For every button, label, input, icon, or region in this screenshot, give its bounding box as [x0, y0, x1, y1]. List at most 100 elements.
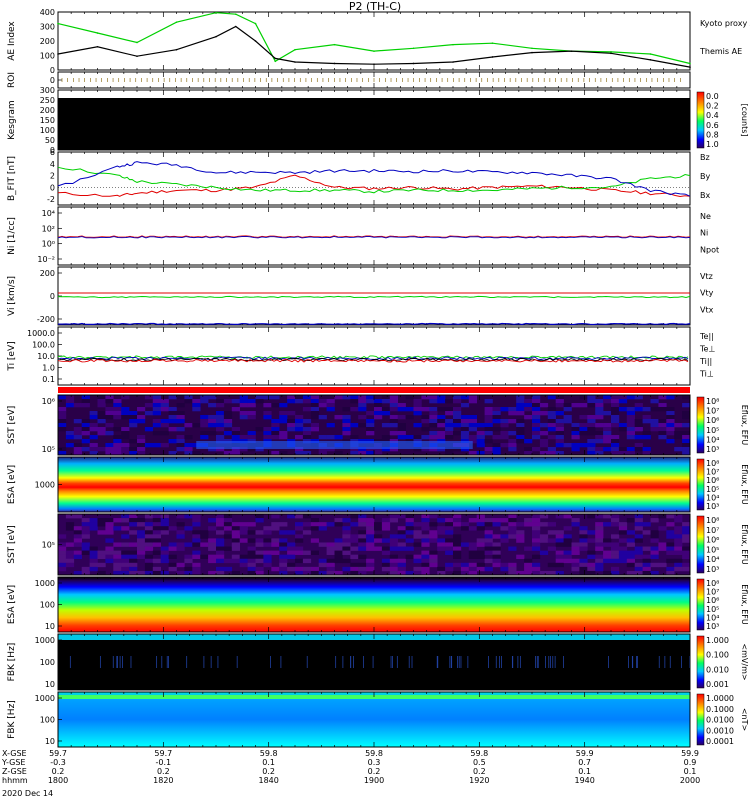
spectrogram-cell — [492, 562, 501, 568]
spectrogram-cell — [160, 403, 169, 408]
spectrogram-cell — [302, 395, 312, 400]
colorbar-tick-label: 0.0 — [706, 92, 719, 101]
spectrogram-cell — [445, 550, 454, 555]
spectrogram-cell — [437, 423, 446, 428]
spectrogram-cell — [437, 435, 446, 440]
spectrogram-cell — [144, 403, 154, 408]
spectrogram-cell — [437, 395, 446, 400]
spectrogram-cell — [121, 427, 130, 432]
spectrogram-cell — [555, 542, 564, 547]
axis-row-value: 0.2 — [473, 767, 486, 776]
axis-row-value: 59.7 — [49, 749, 67, 758]
data-point — [412, 62, 415, 65]
spectrogram-cell — [81, 439, 90, 444]
spectrogram-cell — [73, 514, 82, 519]
spectrogram-cell — [611, 415, 620, 420]
spectrogram-cell — [65, 431, 75, 436]
spectrogram-cell — [476, 439, 485, 444]
spectrogram-cell — [113, 411, 122, 416]
spectrogram-cell — [437, 415, 446, 420]
spectrogram-cell — [476, 518, 485, 523]
spectrogram-cell — [484, 518, 493, 523]
spectrogram-cell — [121, 435, 130, 440]
spectrogram-cell — [184, 395, 193, 400]
spectrogram-cell — [97, 427, 106, 432]
spectrogram-cell — [295, 566, 304, 572]
spectrogram-cell — [73, 447, 82, 452]
spectrogram-cell — [595, 566, 604, 572]
spectrogram-cell — [579, 395, 588, 400]
spectrogram-cell — [532, 526, 541, 531]
spectrogram-cell — [129, 447, 138, 452]
spectrogram-cell — [358, 395, 367, 400]
colorbar-tick-label: 0.8 — [706, 130, 719, 139]
themis-summary-plot: P2 (TH-C) AE Index0100200300400Kyoto pro… — [1, 0, 750, 798]
spectrogram-cell — [405, 554, 414, 560]
y-axis-label: Ni [1/cc] — [7, 217, 17, 255]
spectrogram-cell — [192, 542, 201, 547]
data-point — [254, 22, 257, 25]
spectrogram-cell — [271, 550, 280, 555]
spectrogram-cell — [302, 435, 312, 440]
spectrogram-cell — [595, 439, 604, 444]
spectrogram-cell — [413, 423, 422, 428]
spectrogram-cell — [508, 530, 517, 535]
spectrogram-cell — [342, 431, 351, 436]
spectrogram-cell — [73, 530, 82, 535]
spectrogram-cell — [105, 407, 114, 412]
spectrogram-cell — [192, 407, 201, 412]
spectrogram-cell — [350, 423, 359, 428]
spectrogram-cell — [152, 395, 161, 400]
spectrogram-cell — [539, 514, 549, 519]
spectrogram-cell — [326, 558, 335, 564]
spectrogram-cell — [421, 427, 430, 432]
spectrogram-cell — [310, 403, 319, 408]
spectrogram-cell — [468, 546, 477, 551]
spectrogram-cell — [287, 554, 296, 560]
spectrogram-cell — [595, 554, 604, 560]
spectrogram-cell — [453, 411, 462, 416]
spectrogram-cell — [160, 399, 169, 404]
spectrogram-cell — [239, 399, 248, 404]
spectrogram-cell — [634, 566, 643, 572]
spectrogram-cell — [105, 550, 114, 555]
spectrogram-cell — [587, 427, 596, 432]
axis-row-label: Y-GSE — [1, 758, 25, 767]
spectrogram-cell — [650, 419, 659, 424]
spectrogram-cell — [508, 419, 517, 424]
spectrogram-cell — [492, 554, 501, 560]
spectrogram-cell — [334, 435, 343, 440]
axis-row-value: 1840 — [258, 776, 278, 785]
spectrogram-cell — [571, 423, 580, 428]
spectrogram-cell — [516, 522, 525, 527]
spectrogram-cell — [421, 554, 430, 560]
y-tick-label: 10⁶ — [42, 397, 55, 406]
spectrogram-cell — [532, 554, 541, 560]
spectrogram-cell — [105, 554, 114, 560]
spectrogram-cell — [539, 423, 549, 428]
y-tick-label: 100 — [40, 52, 55, 61]
spectrogram-cell — [555, 530, 564, 535]
colorbar-tick-label: 10⁷ — [706, 526, 719, 535]
y-tick-label: 1000 — [35, 636, 55, 645]
spectrogram-cell — [603, 538, 612, 543]
spectrogram-cell — [460, 423, 470, 428]
spectrogram-cell — [634, 419, 643, 424]
spectrogram-cell — [326, 546, 335, 551]
spectrogram-cell — [429, 534, 438, 539]
spectrogram-cell — [350, 399, 359, 404]
spectrogram-cell — [642, 530, 651, 535]
spectrogram-cell — [476, 538, 485, 543]
spectrogram-cell — [192, 514, 201, 519]
spectrogram-cell — [532, 538, 541, 543]
spectrogram-cell — [539, 550, 549, 555]
spectrogram-cell — [287, 514, 296, 519]
spectrogram-cell — [674, 514, 683, 519]
spectrogram-cell — [571, 566, 580, 572]
axis-row-value: 0.1 — [578, 767, 591, 776]
data-point — [531, 47, 533, 50]
y-tick-label: 10⁰ — [42, 240, 55, 249]
spectrogram-cell — [152, 550, 161, 555]
spectrogram-cell — [247, 554, 256, 560]
spectrogram-cell — [342, 395, 351, 400]
